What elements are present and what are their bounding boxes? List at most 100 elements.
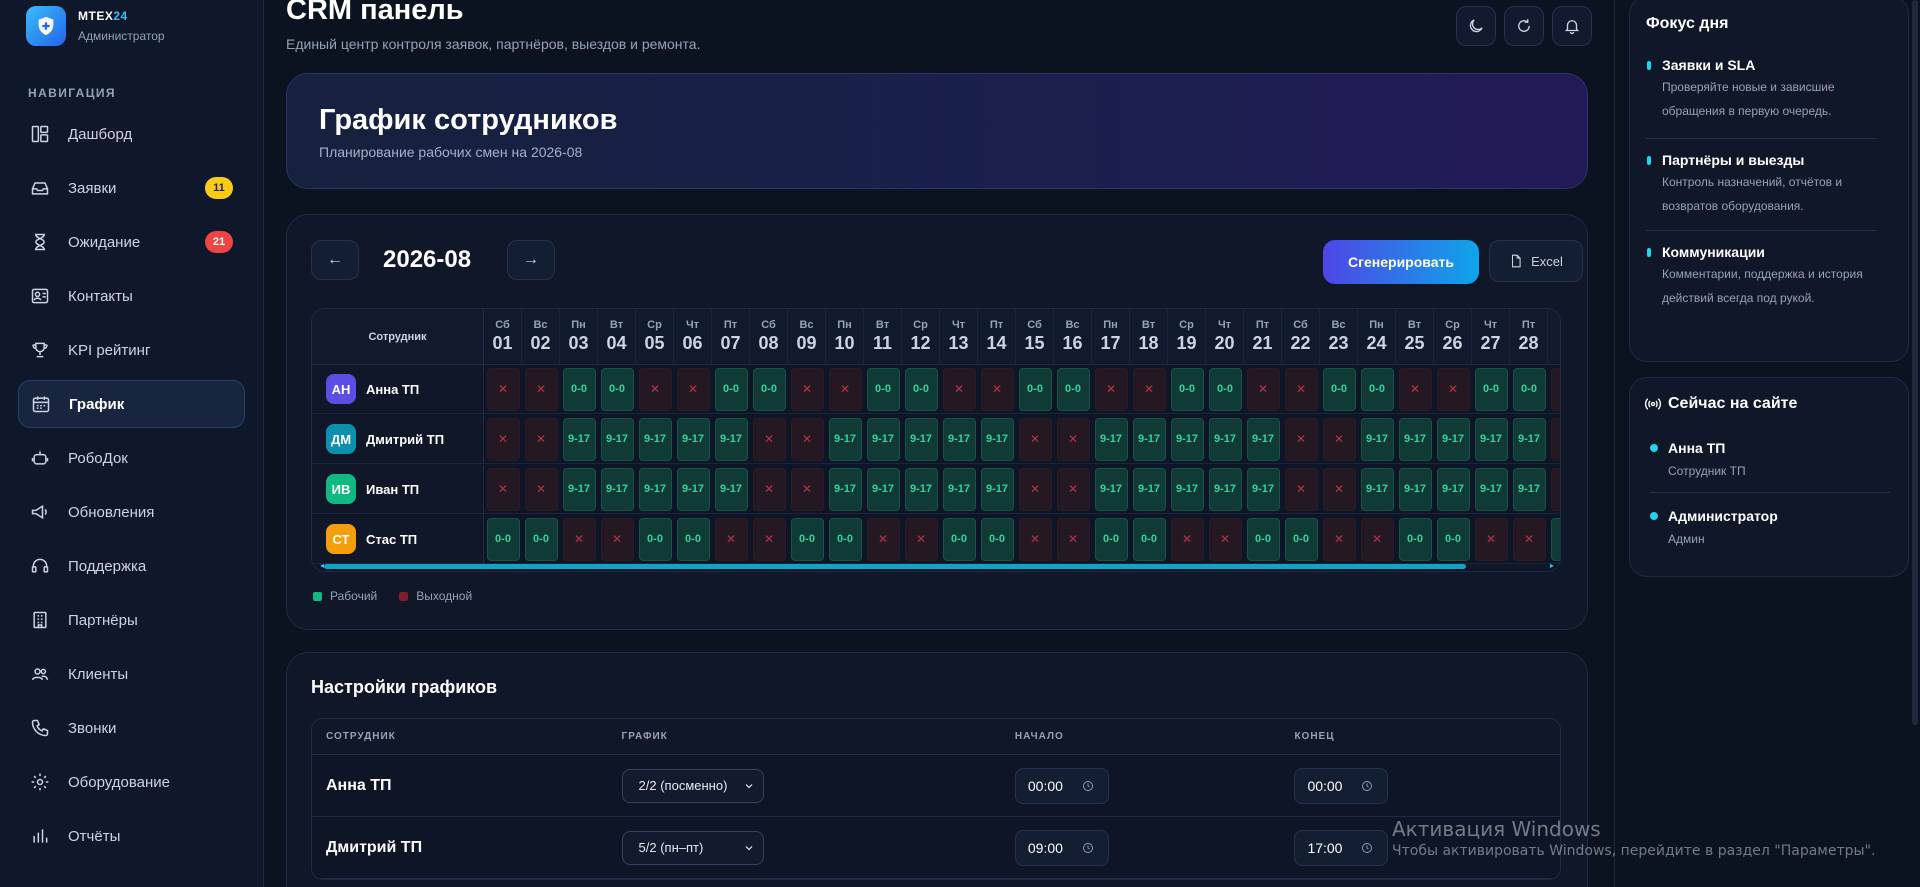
shift-cell-work[interactable]: 9-17 (940, 465, 978, 514)
online-user[interactable]: Администратор Админ (1650, 508, 1890, 546)
shift-cell-off[interactable]: ✕ (484, 465, 522, 514)
shift-cell-work[interactable]: 9-17 (1472, 415, 1510, 464)
online-user[interactable]: Анна ТП Сотрудник ТП (1650, 440, 1890, 478)
shift-cell-off[interactable]: ✕ (978, 365, 1016, 414)
shift-cell-off[interactable]: ✕ (1206, 515, 1244, 564)
shift-cell-work[interactable]: 9-17 (636, 415, 674, 464)
shift-cell-off[interactable]: ✕ (1472, 515, 1510, 564)
sidebar-item-9[interactable]: Партнёры (18, 596, 245, 644)
shift-cell-work[interactable]: 0-0 (1282, 515, 1320, 564)
schedule-grid[interactable]: Сотрудник Сб 01 Вс 02 Пн 03 Вт 04 Ср 05 Чт 06 Пт 07 Сб… (311, 308, 1561, 572)
sidebar-item-8[interactable]: Поддержка (18, 542, 245, 590)
shift-cell-work[interactable]: 9-17 (826, 415, 864, 464)
shift-cell-work[interactable]: 0-0 (902, 365, 940, 414)
shift-cell-work[interactable]: 9-17 (674, 415, 712, 464)
end-time-input[interactable]: 17:00 (1294, 829, 1389, 866)
shift-cell-off[interactable]: ✕ (1054, 515, 1092, 564)
shift-cell-work[interactable]: 0 (1548, 515, 1560, 564)
shift-cell-off[interactable]: ✕ (750, 465, 788, 514)
sidebar-item-11[interactable]: Звонки (18, 704, 245, 752)
schedule-select[interactable]: 5/2 (пн–пт) (621, 830, 764, 865)
shift-cell-work[interactable]: 0-0 (598, 365, 636, 414)
start-time-input[interactable]: 09:00 (1014, 829, 1109, 866)
shift-cell-off[interactable]: ✕ (902, 515, 940, 564)
shift-cell-work[interactable]: 9-17 (1130, 415, 1168, 464)
shift-cell-off[interactable]: ✕ (750, 515, 788, 564)
shift-cell-off[interactable]: ✕ (1016, 465, 1054, 514)
shift-cell-off[interactable]: ✕ (1320, 465, 1358, 514)
shift-cell-work[interactable]: 9-17 (636, 465, 674, 514)
shift-cell-work[interactable]: 9-17 (1396, 465, 1434, 514)
shift-cell-off[interactable]: ✕ (1548, 465, 1560, 514)
shift-cell-work[interactable]: 9-17 (902, 465, 940, 514)
shift-cell-work[interactable]: 9-17 (902, 415, 940, 464)
shift-cell-work[interactable]: 9-17 (1472, 465, 1510, 514)
shift-cell-off[interactable]: ✕ (1320, 515, 1358, 564)
horizontal-scrollbar[interactable]: ◂ ▸ (320, 561, 1554, 571)
shift-cell-work[interactable]: 9-17 (864, 465, 902, 514)
sidebar-item-4[interactable]: KPI рейтинг (18, 326, 245, 374)
shift-cell-work[interactable]: 9-17 (1510, 415, 1548, 464)
shift-cell-off[interactable]: ✕ (1282, 415, 1320, 464)
refresh-button[interactable] (1504, 6, 1544, 46)
shift-cell-off[interactable]: ✕ (560, 515, 598, 564)
shift-cell-work[interactable]: 9-17 (1130, 465, 1168, 514)
shift-cell-work[interactable]: 9-17 (712, 415, 750, 464)
shift-cell-work[interactable]: 9-17 (674, 465, 712, 514)
shift-cell-work[interactable]: 0-0 (940, 515, 978, 564)
shift-cell-work[interactable]: 9-17 (978, 465, 1016, 514)
end-time-input[interactable]: 00:00 (1294, 767, 1389, 804)
shift-cell-work[interactable]: 0-0 (484, 515, 522, 564)
shift-cell-off[interactable]: ✕ (788, 365, 826, 414)
shift-cell-work[interactable]: 0-0 (978, 515, 1016, 564)
shift-cell-off[interactable]: ✕ (940, 365, 978, 414)
shift-cell-work[interactable]: 9-17 (1244, 415, 1282, 464)
generate-button[interactable]: Сгенерировать (1323, 240, 1479, 284)
shift-cell-work[interactable]: 0-0 (636, 515, 674, 564)
brand[interactable]: MTEX24 Администратор (0, 0, 263, 48)
shift-cell-off[interactable]: ✕ (788, 415, 826, 464)
shift-cell-off[interactable]: ✕ (1396, 365, 1434, 414)
shift-cell-work[interactable]: 0-0 (1168, 365, 1206, 414)
shift-cell-work[interactable]: 0-0 (864, 365, 902, 414)
next-month-button[interactable]: → (507, 240, 555, 280)
schedule-select[interactable]: 2/2 (посменно) (621, 768, 764, 803)
shift-cell-work[interactable]: 0-0 (1396, 515, 1434, 564)
shift-cell-work[interactable]: 9-17 (1092, 465, 1130, 514)
shift-cell-work[interactable]: 9-17 (1434, 465, 1472, 514)
shift-cell-work[interactable]: 9-17 (1396, 415, 1434, 464)
shift-cell-work[interactable]: 9-17 (1168, 415, 1206, 464)
shift-cell-work[interactable]: 9-17 (560, 465, 598, 514)
shift-cell-off[interactable]: ✕ (1282, 365, 1320, 414)
shift-cell-work[interactable]: 9-17 (1244, 465, 1282, 514)
shift-cell-off[interactable]: ✕ (1016, 415, 1054, 464)
shift-cell-off[interactable]: ✕ (1358, 515, 1396, 564)
shift-cell-work[interactable]: 0-0 (1016, 365, 1054, 414)
shift-cell-off[interactable]: ✕ (598, 515, 636, 564)
shift-cell-work[interactable]: 0-0 (1054, 365, 1092, 414)
shift-cell-off[interactable]: ✕ (1054, 465, 1092, 514)
sidebar-item-13[interactable]: Отчёты (18, 812, 245, 860)
shift-cell-off[interactable]: ✕ (712, 515, 750, 564)
shift-cell-work[interactable]: 9-17 (598, 465, 636, 514)
shift-cell-off[interactable]: ✕ (484, 365, 522, 414)
shift-cell-work[interactable]: 0-0 (1092, 515, 1130, 564)
shift-cell-work[interactable]: 0-0 (1244, 515, 1282, 564)
shift-cell-off[interactable]: ✕ (1016, 515, 1054, 564)
theme-toggle-button[interactable] (1456, 6, 1496, 46)
shift-cell-off[interactable]: ✕ (1130, 365, 1168, 414)
shift-cell-work[interactable]: 9-17 (1434, 415, 1472, 464)
shift-cell-work[interactable]: 9-17 (1206, 415, 1244, 464)
shift-cell-work[interactable]: 0-0 (750, 365, 788, 414)
sidebar-item-0[interactable]: Дашборд (18, 110, 245, 158)
shift-cell-work[interactable]: 9-17 (826, 465, 864, 514)
shift-cell-work[interactable]: 0-0 (1320, 365, 1358, 414)
shift-cell-work[interactable]: 0-0 (1434, 515, 1472, 564)
shift-cell-work[interactable]: 0-0 (712, 365, 750, 414)
shift-cell-off[interactable]: ✕ (1054, 415, 1092, 464)
shift-cell-off[interactable]: ✕ (1548, 365, 1560, 414)
shift-cell-work[interactable]: 9-17 (1510, 465, 1548, 514)
shift-cell-off[interactable]: ✕ (1092, 365, 1130, 414)
shift-cell-off[interactable]: ✕ (1282, 465, 1320, 514)
shift-cell-work[interactable]: 0-0 (1130, 515, 1168, 564)
